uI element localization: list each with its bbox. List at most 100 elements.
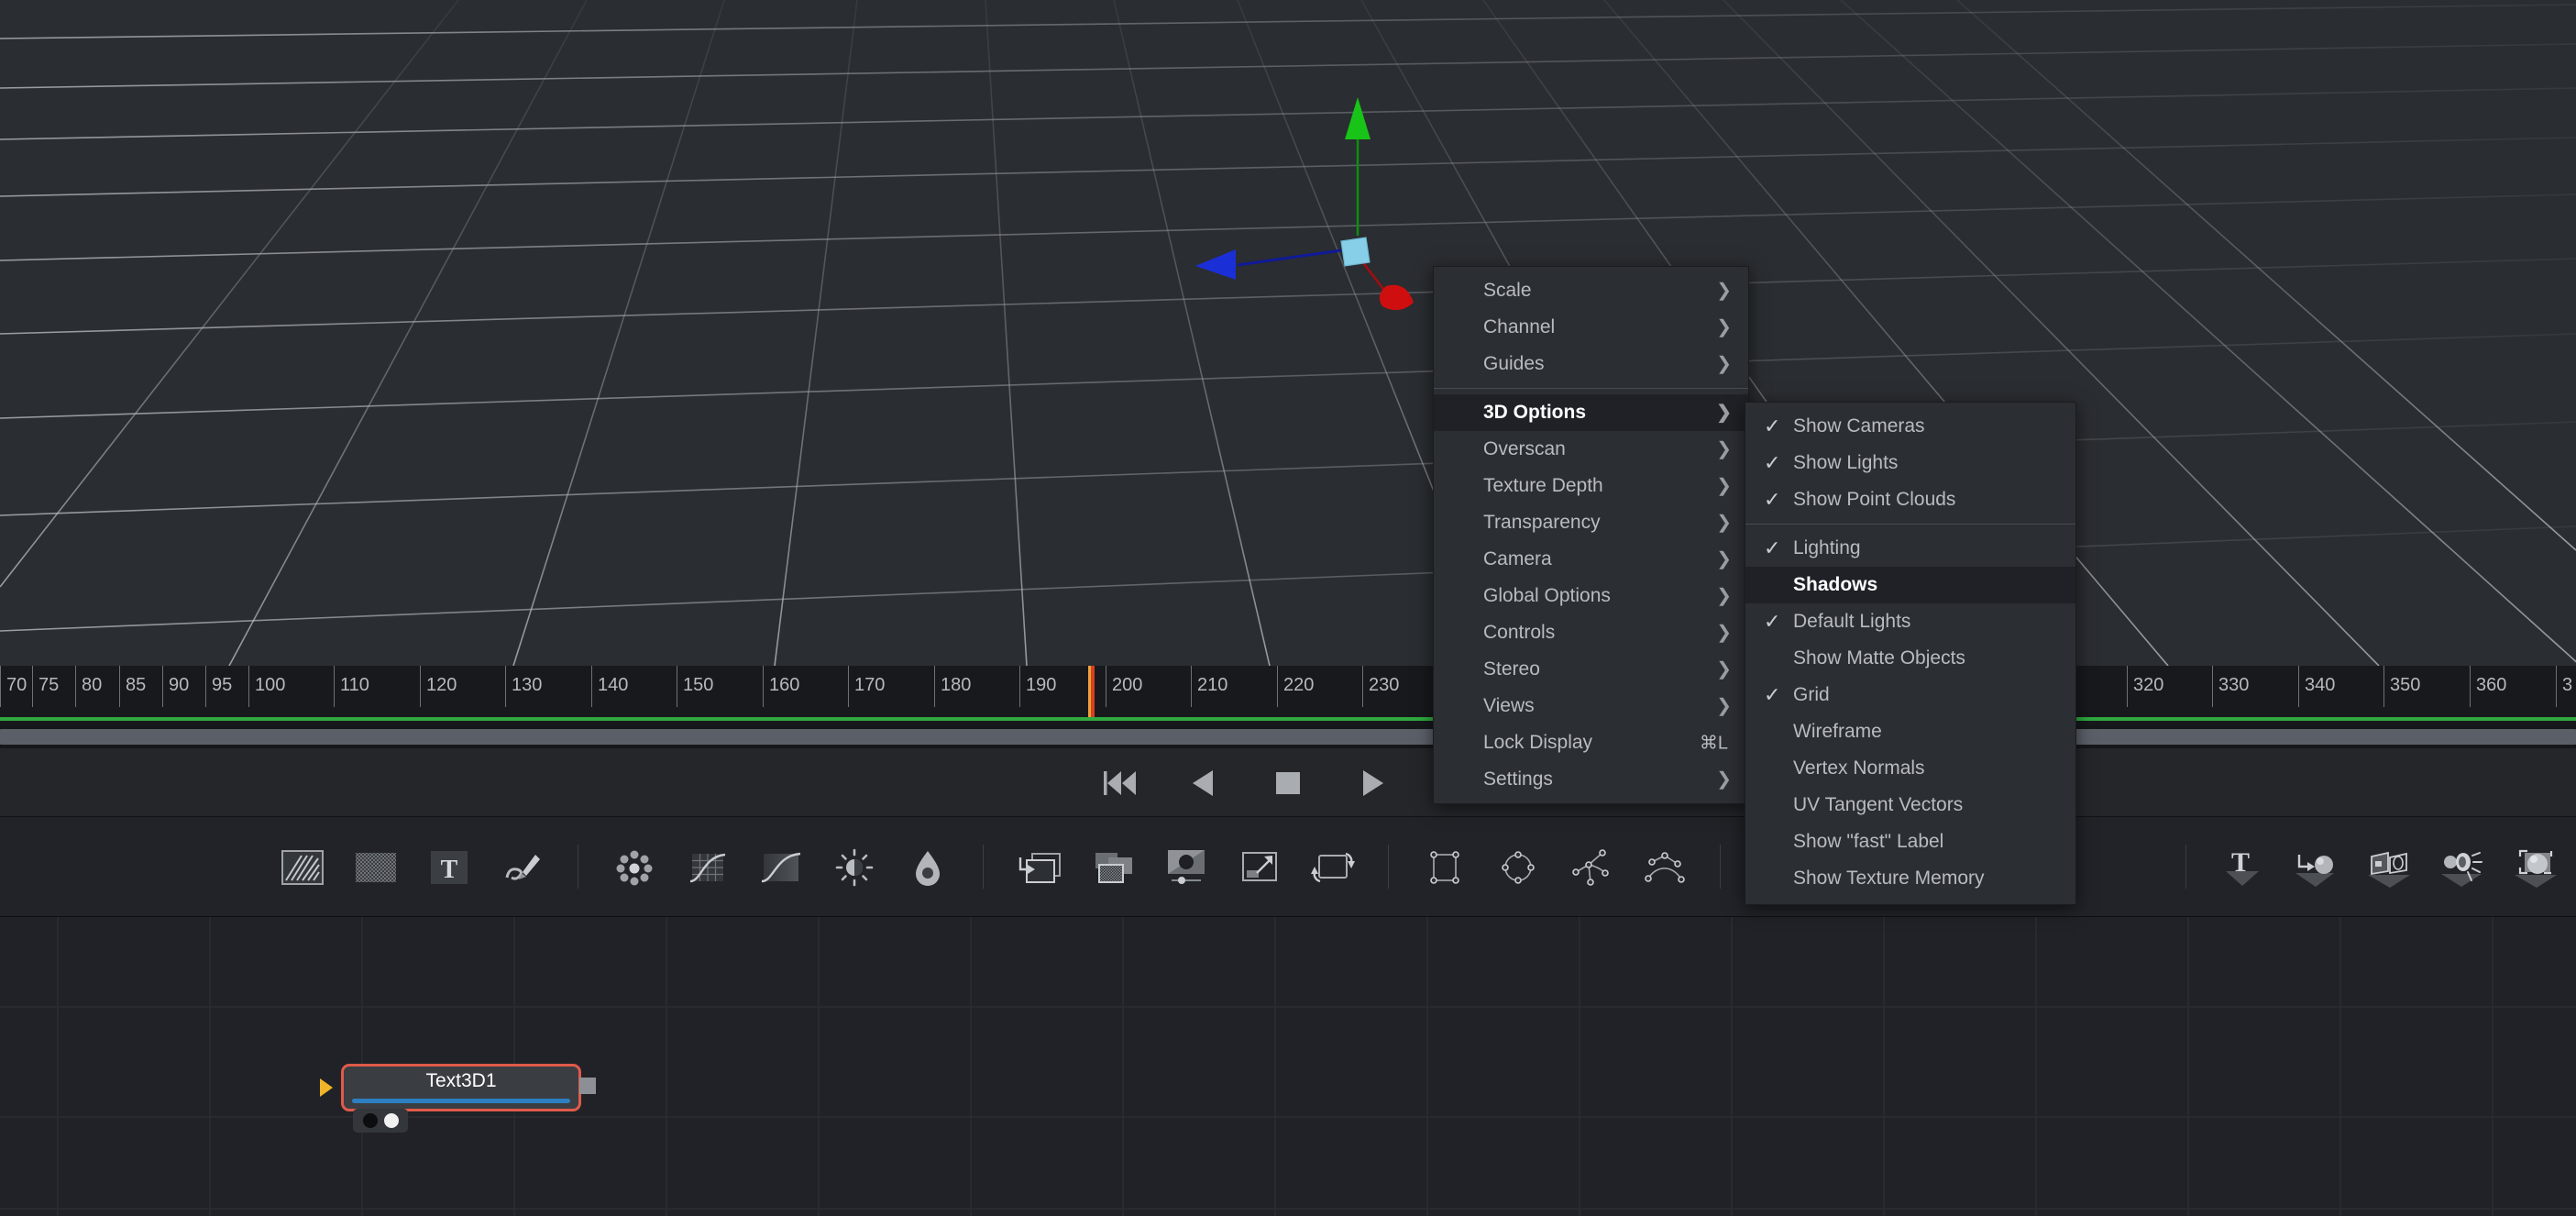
ruler-tick-label: 85 [126,675,147,695]
tool-paint[interactable] [486,817,559,917]
playhead[interactable] [1088,666,1095,721]
viewport-3d[interactable] [0,0,2576,666]
menu-item-label: Views [1483,695,1535,716]
node-view-toggle[interactable] [383,1113,399,1128]
replace-material-3d-icon [2295,854,2334,887]
tool-color-curves[interactable] [671,817,744,917]
spotlight-3d-icon [2441,851,2482,887]
tool-blur[interactable] [598,817,671,917]
submenu-item-default-lights[interactable]: ✓ Default Lights [1745,603,2075,640]
node-label: Text3D1 [425,1070,497,1091]
menu-item-channel[interactable]: Channel ❯ [1434,309,1748,346]
tool-palette: T T [0,817,2576,917]
tool-transform[interactable] [1150,817,1223,917]
tool-checker[interactable] [339,817,413,917]
menu-item-texture-depth[interactable]: Texture Depth ❯ [1434,468,1748,504]
submenu-item-show-matte-objects[interactable]: Show Matte Objects [1745,640,2075,677]
separator-1 [559,817,598,917]
node-output-handle[interactable] [579,1078,596,1094]
node-text3d1[interactable]: Text3D1 [341,1064,581,1111]
menu-item-views[interactable]: Views ❯ [1434,688,1748,724]
transport-bar [0,748,2576,817]
menu-item-global-options[interactable]: Global Options ❯ [1434,578,1748,614]
tool-dissolve[interactable] [1076,817,1150,917]
viewport-context-menu[interactable]: Scale ❯ Channel ❯ Guides ❯ 3D Options ❯ Overscan… [1433,266,1749,804]
tool-loop[interactable] [1296,817,1370,917]
menu-item-3d-options[interactable]: 3D Options ❯ [1434,394,1748,431]
ruler-tick-label: 100 [255,675,286,695]
tool-bspline-mask[interactable] [1628,817,1701,917]
stop-button[interactable] [1268,763,1308,803]
tool-resize[interactable] [1223,817,1296,917]
menu-item-scale[interactable]: Scale ❯ [1434,272,1748,309]
chevron-right-icon: ❯ [1716,769,1732,790]
node-progress-bar [352,1099,570,1103]
menu-item-label: Texture Depth [1483,475,1603,496]
submenu-item-label: Show Lights [1793,452,1899,473]
tool-polygon-mask[interactable] [1555,817,1628,917]
separator-right [2167,817,2206,917]
menu-item-lock-display[interactable]: Lock Display ⌘L [1434,724,1748,761]
submenu-item-wireframe[interactable]: Wireframe [1745,713,2075,750]
tool-camera3d[interactable] [2352,817,2426,917]
menu-item-settings[interactable]: Settings ❯ [1434,761,1748,798]
menu-item-label: Settings [1483,768,1553,790]
chevron-right-icon: ❯ [1716,317,1732,337]
transform-gizmo[interactable] [1146,83,1421,330]
tool-text3d[interactable]: T [2206,817,2279,917]
tool-brightness-contrast[interactable] [818,817,891,917]
menu-item-transparency[interactable]: Transparency ❯ [1434,504,1748,541]
menu-item-label: Stereo [1483,658,1540,680]
menu-item-overscan[interactable]: Overscan ❯ [1434,431,1748,468]
ruler-tick-label: 350 [2390,675,2421,695]
submenu-item-show-lights[interactable]: ✓ Show Lights [1745,445,2075,481]
ruler-tick-label: 230 [1369,675,1400,695]
timeline-scrollbar-thumb[interactable] [0,729,2576,745]
curves-grid-icon [689,853,726,882]
submenu-item-lighting[interactable]: ✓ Lighting [1745,530,2075,567]
play-button[interactable] [1352,763,1393,803]
submenu-item-show-fast-label[interactable]: Show "fast" Label [1745,824,2075,860]
submenu-item-label: Lighting [1793,537,1861,558]
tool-background[interactable] [266,817,339,917]
submenu-item-uv-tangent-vectors[interactable]: UV Tangent Vectors [1745,787,2075,824]
submenu-item-vertex-normals[interactable]: Vertex Normals [1745,750,2075,787]
submenu-item-label: Default Lights [1793,611,1911,632]
tool-text[interactable]: T [413,817,486,917]
chevron-right-icon: ❯ [1716,439,1732,459]
submenu-item-grid[interactable]: ✓ Grid [1745,677,2075,713]
check-icon: ✓ [1764,451,1781,474]
submenu-item-shadows[interactable]: Shadows [1745,567,2075,603]
tool-rectangle-mask[interactable] [1408,817,1481,917]
submenu-3d-options[interactable]: ✓ Show Cameras ✓ Show Lights ✓ Show Point Clo… [1745,402,2076,905]
tool-merge[interactable] [1003,817,1076,917]
tool-gamma[interactable] [744,817,818,917]
tool-color-corrector[interactable] [891,817,964,917]
menu-item-guides[interactable]: Guides ❯ [1434,346,1748,382]
submenu-item-show-point-clouds[interactable]: ✓ Show Point Clouds [1745,481,2075,518]
chevron-right-icon: ❯ [1716,549,1732,569]
submenu-item-show-texture-memory[interactable]: Show Texture Memory [1745,860,2075,897]
node-state-toggles[interactable] [353,1109,408,1133]
timeline-ruler[interactable]: 70 75 80 85 90 95 100 110 120 130 140 150 160 170 180 1… [0,666,2576,724]
play-icon [1363,769,1383,796]
menu-item-label: Overscan [1483,438,1566,459]
menu-item-controls[interactable]: Controls ❯ [1434,614,1748,651]
droplet-icon [916,850,940,886]
menu-item-camera[interactable]: Camera ❯ [1434,541,1748,578]
node-input-arrow[interactable] [320,1078,333,1097]
gamma-ramp-icon [761,852,801,882]
submenu-item-label: Show "fast" Label [1793,831,1944,852]
svg-text:T: T [2231,847,2250,878]
tool-ellipse-mask[interactable] [1481,817,1555,917]
resize-arrow-icon [1242,851,1277,881]
timeline-scrollbar[interactable] [0,724,2576,748]
jump-to-start-button[interactable] [1099,763,1139,803]
step-back-button[interactable] [1183,763,1224,803]
node-disable-toggle[interactable] [362,1113,378,1128]
tool-spotlight3d[interactable] [2426,817,2499,917]
tool-replace-material[interactable] [2279,817,2352,917]
tool-renderer3d[interactable] [2499,817,2572,917]
submenu-item-show-cameras[interactable]: ✓ Show Cameras [1745,408,2075,445]
menu-item-stereo[interactable]: Stereo ❯ [1434,651,1748,688]
